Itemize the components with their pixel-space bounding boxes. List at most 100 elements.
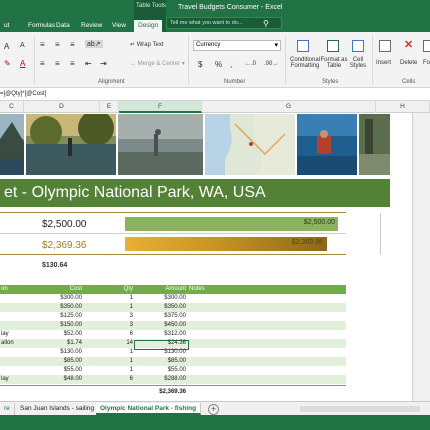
cost-cell[interactable]: $150.00: [40, 321, 82, 330]
amount-cell[interactable]: $375.00: [140, 312, 186, 321]
sheet-tab-san-juan[interactable]: San Juan Islands - sailing: [16, 403, 100, 415]
format-as-table-icon[interactable]: [327, 40, 339, 52]
qty-cell[interactable]: 14: [100, 339, 133, 348]
qty-cell[interactable]: 1: [100, 348, 133, 357]
selected-cell[interactable]: [134, 340, 189, 350]
qty-cell[interactable]: 3: [100, 312, 133, 321]
sheet-tab-partial[interactable]: re: [0, 403, 15, 415]
sheet-tab-olympic[interactable]: Olympic National Park - fishing: [96, 403, 202, 415]
cost-cell[interactable]: $130.00: [40, 348, 82, 357]
tab-view[interactable]: View: [108, 20, 130, 32]
cell-styles-icon[interactable]: [352, 40, 364, 52]
amount-cell[interactable]: $85.00: [140, 357, 186, 366]
align-left-icon[interactable]: ≡: [40, 59, 45, 68]
cell-styles-button[interactable]: Cell Styles: [348, 57, 368, 69]
highlight-icon[interactable]: ✎: [4, 59, 11, 68]
delete-cells-icon[interactable]: ✕: [404, 38, 413, 51]
tell-me-box[interactable]: Tell me what you want to do... ⚲: [166, 17, 282, 29]
horizontal-scrollbar[interactable]: [300, 406, 420, 412]
conditional-formatting-icon[interactable]: [297, 40, 309, 52]
column-header-f[interactable]: F: [119, 101, 202, 113]
decrease-decimal-icon[interactable]: .00→: [264, 61, 278, 67]
table-row[interactable]: $300.00 1 $300.00: [0, 294, 346, 303]
cost-cell[interactable]: $300.00: [40, 294, 82, 303]
header-cost[interactable]: Cost: [40, 285, 82, 294]
cost-cell[interactable]: $48.00: [40, 375, 82, 384]
increase-decimal-icon[interactable]: ←.0: [245, 61, 256, 67]
tab-data[interactable]: Data: [52, 20, 74, 32]
comma-button[interactable]: ,: [230, 60, 232, 69]
table-row[interactable]: lay $52.00 6 $312.00: [0, 330, 346, 339]
cost-cell[interactable]: $55.00: [40, 366, 82, 375]
cost-cell[interactable]: $52.00: [40, 330, 82, 339]
number-format-select[interactable]: Currency ▾: [193, 40, 281, 51]
table-row[interactable]: $150.00 3 $450.00: [0, 321, 346, 330]
qty-cell[interactable]: 1: [100, 303, 133, 312]
amount-cell[interactable]: $312.00: [140, 330, 186, 339]
add-sheet-button[interactable]: +: [208, 404, 219, 415]
format-cells-icon[interactable]: [423, 40, 430, 52]
format-button[interactable]: Fo: [423, 60, 430, 66]
insert-cells-icon[interactable]: [379, 40, 391, 52]
worksheet[interactable]: et - Olympic National Park, WA, USA $2,5…: [0, 113, 390, 401]
table-row[interactable]: $125.00 3 $375.00: [0, 312, 346, 321]
column-header-c[interactable]: C: [0, 101, 24, 113]
cost-cell[interactable]: $350.00: [40, 303, 82, 312]
header-description[interactable]: on: [1, 285, 8, 294]
column-header-d[interactable]: D: [24, 101, 100, 113]
currency-button[interactable]: $: [198, 60, 202, 69]
font-grow-icon[interactable]: A: [4, 42, 9, 51]
lightbulb-icon: ⚲: [263, 19, 269, 28]
total-amount[interactable]: $2,369.36: [140, 387, 186, 397]
qty-cell[interactable]: 1: [100, 357, 133, 366]
amount-cell[interactable]: $55.00: [140, 366, 186, 375]
table-row[interactable]: $350.00 1 $350.00: [0, 303, 346, 312]
orientation-icon[interactable]: ab↗: [85, 40, 103, 48]
header-qty[interactable]: Qty: [100, 285, 133, 294]
qty-cell[interactable]: 6: [100, 330, 133, 339]
wrap-text-button[interactable]: ↵ Wrap Text: [130, 41, 164, 48]
desc-cell[interactable]: allon: [1, 339, 14, 348]
desc-cell[interactable]: lay: [1, 375, 9, 384]
merge-center-button[interactable]: ↔ Merge & Center ▾: [130, 60, 185, 67]
qty-cell[interactable]: 6: [100, 375, 133, 384]
column-header-g[interactable]: G: [202, 101, 376, 113]
format-as-table-button[interactable]: Format as Table: [320, 57, 348, 69]
align-top-icon[interactable]: ≡: [40, 40, 45, 49]
align-bottom-icon[interactable]: ≡: [70, 40, 75, 49]
header-notes[interactable]: Notes: [189, 285, 205, 294]
cost-cell[interactable]: $125.00: [40, 312, 82, 321]
insert-button[interactable]: Insert: [376, 60, 391, 66]
cost-cell[interactable]: $1.74: [40, 339, 82, 348]
tab-design[interactable]: Design: [134, 20, 163, 32]
table-row[interactable]: $55.00 1 $55.00: [0, 366, 346, 375]
column-header-h[interactable]: H: [376, 101, 430, 113]
qty-cell[interactable]: 1: [100, 366, 133, 375]
formula-bar[interactable]: =[@Qty]*[@Cost]: [0, 88, 430, 101]
header-amount[interactable]: Amount: [140, 285, 186, 294]
column-header-e[interactable]: E: [100, 101, 119, 113]
tab-layout[interactable]: ut: [0, 20, 13, 32]
amount-cell[interactable]: $300.00: [140, 294, 186, 303]
cost-cell[interactable]: $85.00: [40, 357, 82, 366]
qty-cell[interactable]: 1: [100, 294, 133, 303]
decrease-indent-icon[interactable]: ⇤: [85, 59, 92, 68]
increase-indent-icon[interactable]: ⇥: [100, 59, 107, 68]
amount-cell[interactable]: $288.00: [140, 375, 186, 384]
table-row[interactable]: lay $48.00 6 $288.00: [0, 375, 346, 384]
align-center-icon[interactable]: ≡: [55, 59, 60, 68]
qty-cell[interactable]: 3: [100, 321, 133, 330]
tab-review[interactable]: Review: [77, 20, 106, 32]
table-row[interactable]: $85.00 1 $85.00: [0, 357, 346, 366]
percent-button[interactable]: %: [215, 60, 222, 69]
amount-cell[interactable]: $450.00: [140, 321, 186, 330]
amount-cell[interactable]: $350.00: [140, 303, 186, 312]
font-color-icon[interactable]: A: [20, 59, 25, 68]
conditional-formatting-button[interactable]: Conditional Formatting: [288, 57, 322, 69]
align-middle-icon[interactable]: ≡: [55, 40, 60, 49]
desc-cell[interactable]: lay: [1, 330, 9, 339]
page-title: et - Olympic National Park, WA, USA: [4, 184, 266, 201]
delete-button[interactable]: Delete: [400, 60, 417, 66]
align-right-icon[interactable]: ≡: [70, 59, 75, 68]
font-shrink-icon[interactable]: A: [20, 42, 25, 49]
